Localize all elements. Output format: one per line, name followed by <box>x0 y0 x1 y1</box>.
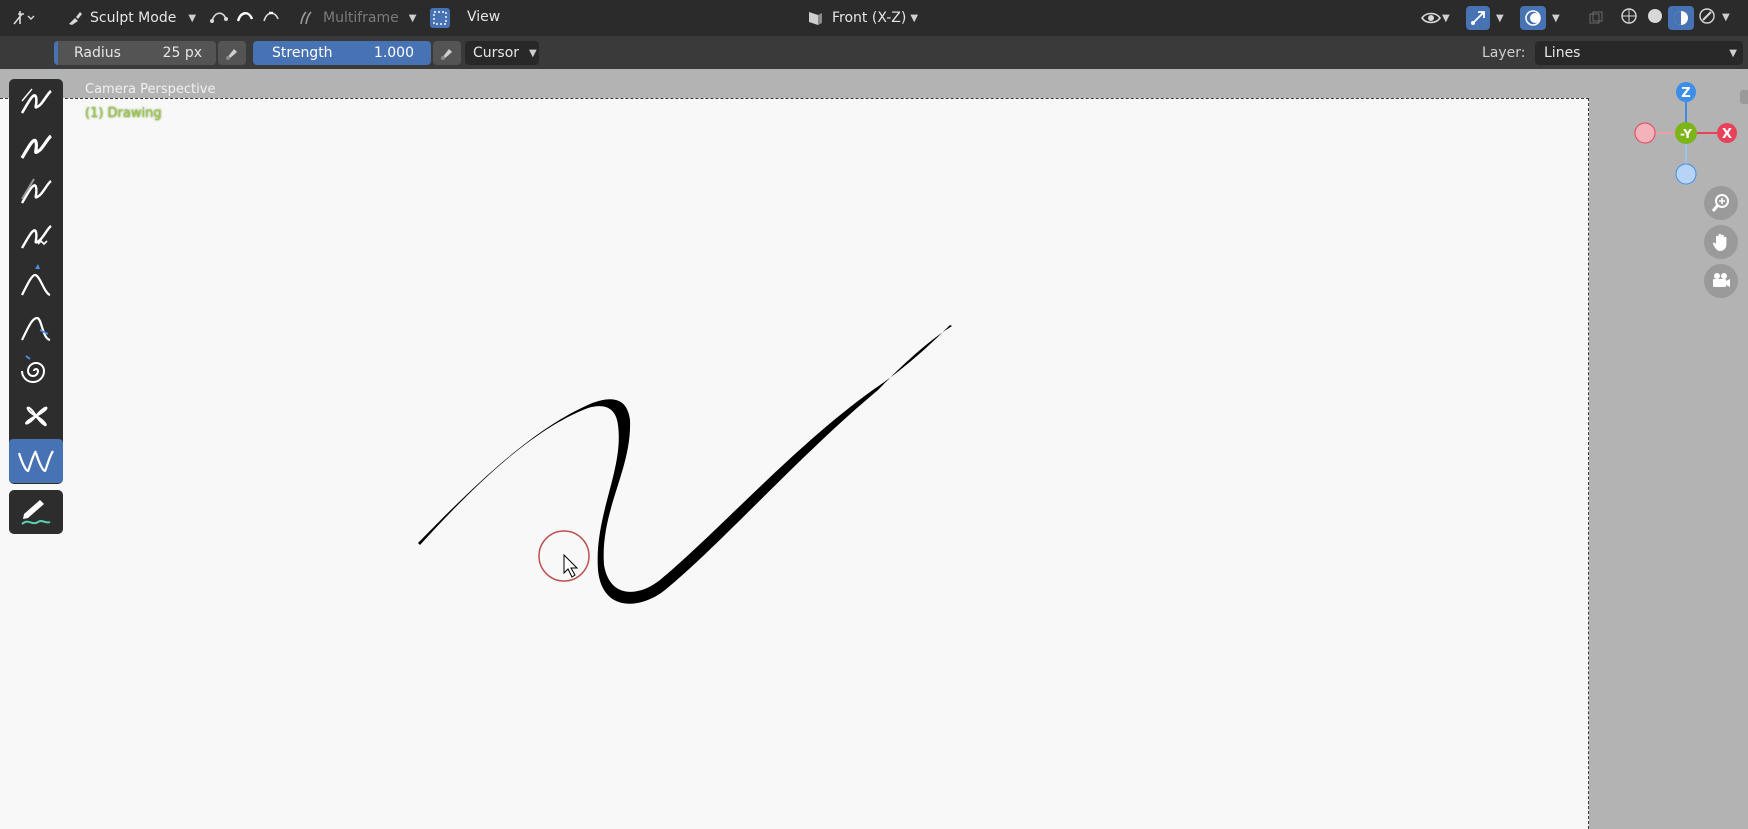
gizmo-neg-x-axis[interactable] <box>1634 122 1656 144</box>
pinch-icon <box>25 406 48 427</box>
zoom-icon <box>1711 194 1729 212</box>
annotate-tool[interactable] <box>9 490 63 534</box>
smooth-icon <box>20 88 52 114</box>
push-icon <box>21 316 51 342</box>
zoom-button[interactable] <box>1704 186 1738 220</box>
thickness-icon <box>20 134 53 159</box>
thickness-tool[interactable] <box>9 124 63 168</box>
randomize-icon <box>20 225 52 249</box>
twist-icon <box>21 355 46 383</box>
gizmo-x-label: X <box>1722 127 1732 142</box>
gizmo-neg-z-axis[interactable] <box>1675 163 1697 185</box>
mouse-pointer-icon <box>563 553 579 578</box>
camera-icon <box>1713 273 1730 287</box>
pinch-tool[interactable] <box>9 394 63 438</box>
sidebar-toggle[interactable] <box>1740 90 1748 104</box>
pan-button[interactable] <box>1704 225 1738 259</box>
grab-tool[interactable] <box>9 259 63 303</box>
twist-tool[interactable] <box>9 349 63 393</box>
clone-tool[interactable] <box>9 439 63 483</box>
camera-view-button[interactable] <box>1704 264 1738 298</box>
hand-icon <box>1712 233 1727 251</box>
strength-tool[interactable] <box>9 169 63 213</box>
randomize-tool[interactable] <box>9 214 63 258</box>
annotate-pencil-icon <box>21 500 51 525</box>
grease-pencil-stroke[interactable] <box>0 0 1748 829</box>
gizmo-z-label: Z <box>1681 86 1690 101</box>
gizmo-y-label: -Y <box>1680 127 1692 141</box>
clone-icon <box>17 450 54 473</box>
strength-icon <box>20 178 52 204</box>
smooth-tool[interactable] <box>9 79 63 123</box>
toolbar <box>9 79 63 484</box>
grab-icon <box>21 264 51 297</box>
push-tool[interactable] <box>9 304 63 348</box>
navigation-gizmo[interactable]: Z X -Y <box>1630 78 1748 188</box>
